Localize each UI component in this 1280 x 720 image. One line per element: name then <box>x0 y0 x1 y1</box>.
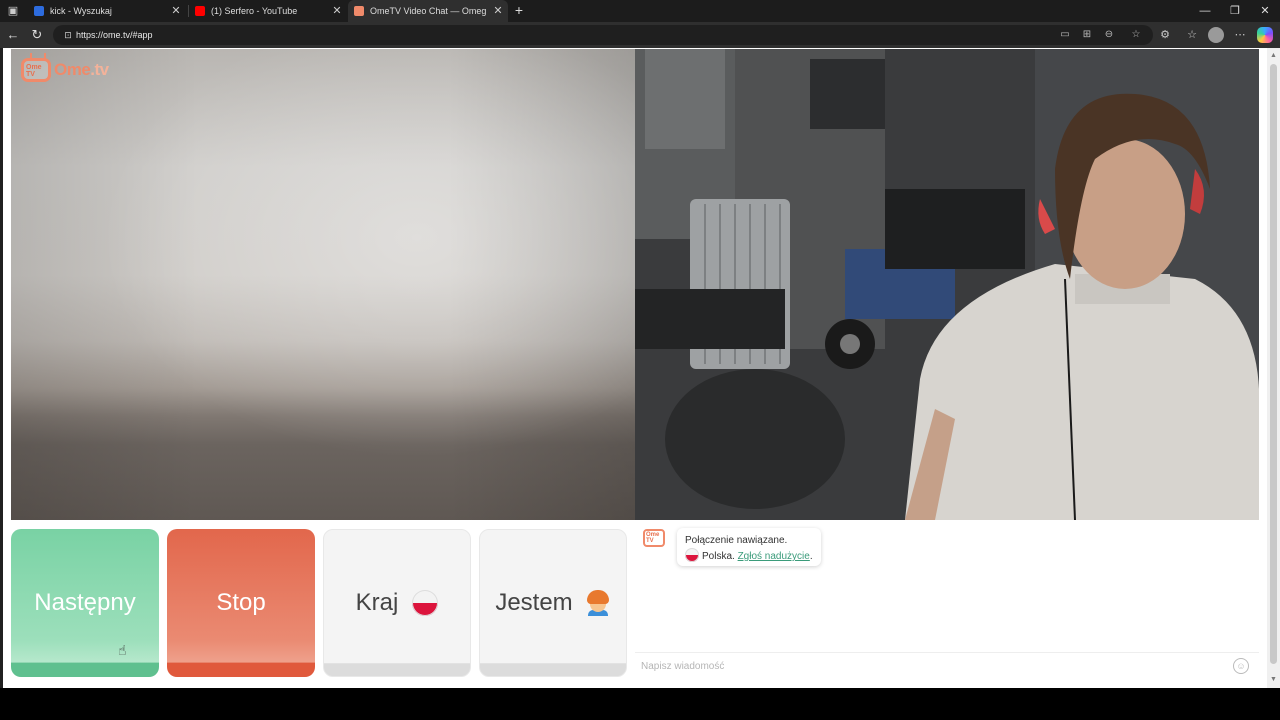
apps-icon[interactable]: ⊞ <box>1080 28 1094 42</box>
site-info-icon[interactable]: ⊡ <box>61 28 75 42</box>
copilot-icon[interactable] <box>1257 27 1273 43</box>
message-end: . <box>809 551 813 562</box>
tab-ometv[interactable]: OmeTV Video Chat — Omeg ✕ <box>348 0 508 22</box>
back-arrow-icon[interactable]: ← <box>4 26 22 44</box>
close-tab-icon[interactable]: ✕ <box>331 0 343 22</box>
tab-youtube[interactable]: (1) Serfero - YouTube ✕ <box>189 0 347 22</box>
tab-actions-icon[interactable]: ▣ <box>5 3 21 19</box>
chat-input-bar: ☺ <box>635 652 1259 678</box>
boy-avatar-icon <box>585 590 611 616</box>
country-name: Polska. <box>702 551 735 562</box>
page-scrollbar[interactable]: ▲ ▼ <box>1267 48 1280 688</box>
scroll-up-icon[interactable]: ▲ <box>1267 50 1280 62</box>
close-window-button[interactable]: ✕ <box>1250 0 1280 22</box>
hand-cursor-icon: ☝ <box>118 642 127 658</box>
logo-text: Ome <box>54 60 91 79</box>
ometv-chat-icon: Ome TV <box>643 529 665 547</box>
minimize-button[interactable]: — <box>1190 0 1220 22</box>
gender-button-label: Jestem <box>495 589 573 616</box>
close-tab-icon[interactable]: ✕ <box>492 0 504 22</box>
logo-badge: Ome TV <box>26 64 42 78</box>
scroll-down-icon[interactable]: ▼ <box>1267 674 1280 686</box>
tab-title: OmeTV Video Chat — Omeg <box>370 6 487 16</box>
scroll-thumb[interactable] <box>1270 64 1277 664</box>
address-bar[interactable]: ⊡ https://ome.tv/#app ▭ ⊞ ⊖ ☆ <box>53 25 1153 45</box>
close-tab-icon[interactable]: ✕ <box>170 0 182 22</box>
remote-video <box>635 49 1259 520</box>
next-button[interactable]: Następny <box>11 529 159 677</box>
stop-button[interactable]: Stop <box>167 529 315 677</box>
logo-wordmark: Ome.tv <box>54 60 109 80</box>
tab-title: kick - Wyszukaj <box>50 6 112 16</box>
local-video: Ome TV Ome.tv <box>11 49 635 520</box>
favorites-icon[interactable]: ☆ <box>1184 27 1200 43</box>
ometv-logo[interactable]: Ome TV Ome.tv <box>21 57 109 83</box>
emoji-icon[interactable]: ☺ <box>1233 658 1249 674</box>
country-line: Polska. Zgłoś nadużycie. <box>685 548 813 564</box>
maximize-button[interactable]: ❐ <box>1220 0 1250 22</box>
tv-icon: Ome TV <box>21 58 51 82</box>
chat-badge-text: Ome TV <box>646 532 660 544</box>
poland-flag-icon <box>685 548 699 562</box>
refresh-icon[interactable]: ↻ <box>28 26 46 44</box>
local-video-shading <box>11 49 635 520</box>
logo-domain: .tv <box>90 60 109 79</box>
tab-strip: ▣ kick - Wyszukaj ✕ (1) Serfero - YouTub… <box>0 0 1280 22</box>
taskbar <box>0 688 1280 720</box>
remote-video-frame <box>635 49 1259 520</box>
next-button-label: Następny <box>34 589 136 616</box>
ometv-app: Ome TV Ome.tv Następny Stop Kraj Jestem … <box>3 48 1267 688</box>
youtube-icon <box>195 6 205 16</box>
chat-panel: Ome TV Połączenie nawiązane. Polska. Zgł… <box>635 521 1259 678</box>
new-tab-button[interactable]: + <box>511 0 527 22</box>
stop-button-label: Stop <box>216 589 266 616</box>
country-button[interactable]: Kraj <box>323 529 471 677</box>
search-icon <box>34 6 44 16</box>
message-input[interactable] <box>641 657 1221 675</box>
ometv-icon <box>354 6 364 16</box>
more-menu-icon[interactable]: ⋯ <box>1232 27 1248 43</box>
poland-flag-icon <box>412 590 439 616</box>
report-abuse-link[interactable]: Zgłoś nadużycie <box>738 551 810 562</box>
gender-button[interactable]: Jestem <box>479 529 627 677</box>
favorite-star-icon[interactable]: ☆ <box>1129 28 1143 42</box>
country-button-label: Kraj <box>355 589 399 616</box>
tracking-icon[interactable]: ⊖ <box>1102 28 1116 42</box>
camera-icon[interactable]: ▭ <box>1058 28 1072 42</box>
extensions-icon[interactable]: ⚙ <box>1157 27 1173 43</box>
tab-title: (1) Serfero - YouTube <box>211 6 298 16</box>
profile-avatar[interactable] <box>1208 27 1224 43</box>
tab-kick-search[interactable]: kick - Wyszukaj ✕ <box>28 0 186 22</box>
url-text[interactable]: https://ome.tv/#app <box>76 25 153 45</box>
connection-status-text: Połączenie nawiązane. <box>685 535 788 546</box>
browser-toolbar: ← ↻ ⊡ https://ome.tv/#app ▭ ⊞ ⊖ ☆ ⚙ ☆ ⋯ <box>0 22 1280 48</box>
system-message: Połączenie nawiązane. Polska. Zgłoś nadu… <box>677 528 821 566</box>
